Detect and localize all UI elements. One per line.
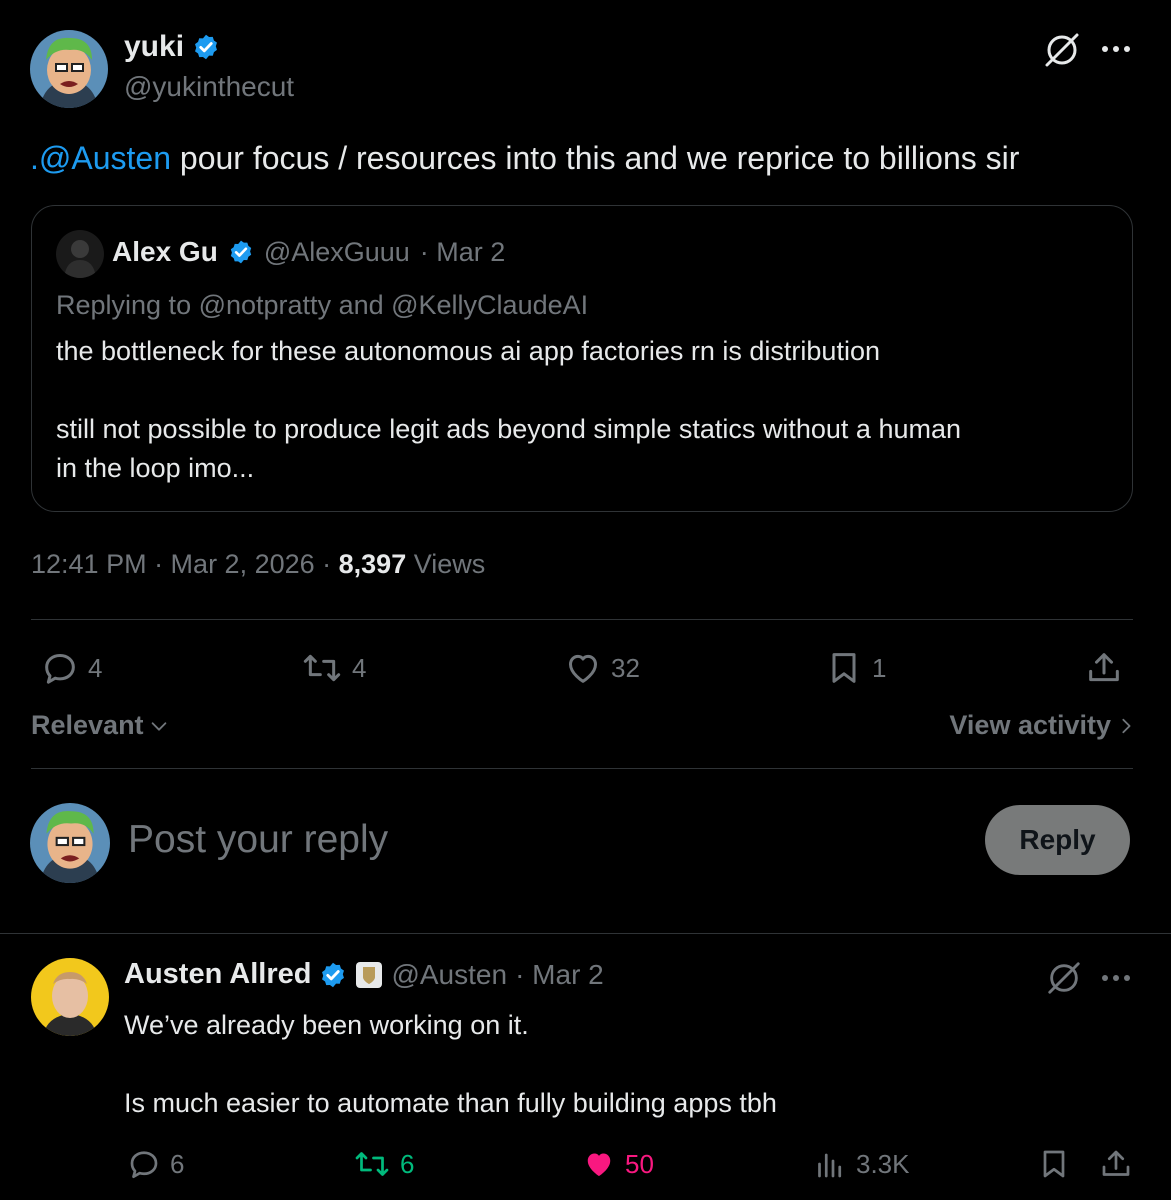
- divider: [31, 619, 1133, 620]
- affiliate-badge-icon[interactable]: [355, 961, 383, 989]
- bookmark-count: 1: [872, 652, 887, 683]
- repost-icon: [300, 648, 344, 688]
- more-options-icon[interactable]: [1100, 44, 1132, 54]
- author-name[interactable]: yuki: [124, 30, 184, 64]
- reply-date[interactable]: · Mar 2: [515, 959, 604, 991]
- reply-text-line: Is much easier to automate than fully bu…: [124, 1088, 777, 1118]
- reply-action-button[interactable]: 4: [40, 648, 102, 688]
- divider: [0, 933, 1171, 934]
- author-avatar[interactable]: [30, 30, 108, 108]
- chevron-right-icon: [1117, 715, 1135, 737]
- quoted-author-avatar: [56, 230, 104, 278]
- reply-text-line: We’ve already been working on it.: [124, 1010, 529, 1040]
- like-action-button[interactable]: 32: [563, 648, 640, 688]
- repost-count: 4: [352, 652, 367, 683]
- reply-count: 6: [170, 1148, 185, 1179]
- repost-count: 6: [400, 1148, 415, 1179]
- reply-icon: [126, 1146, 162, 1182]
- mention-link[interactable]: .@Austen: [30, 140, 171, 176]
- bookmark-icon: [824, 648, 864, 688]
- repost-icon: [352, 1146, 392, 1182]
- chevron-down-icon: [148, 715, 170, 737]
- divider: [31, 768, 1133, 769]
- like-action-button[interactable]: 50: [581, 1146, 654, 1182]
- verified-badge-icon: [192, 33, 220, 61]
- tweet-text: .@Austen pour focus / resources into thi…: [30, 138, 1019, 178]
- tweet-timestamp[interactable]: 12:41 PM · Mar 2, 2026 ·: [31, 549, 339, 579]
- views-count: 8,397: [338, 549, 407, 579]
- views-action-button[interactable]: 3.3K: [812, 1146, 910, 1182]
- reply-author-handle[interactable]: @Austen: [391, 959, 507, 991]
- quoted-text-line: in the loop imo...: [56, 453, 255, 483]
- quoted-text-line: still not possible to produce legit ads …: [56, 414, 962, 444]
- author-handle[interactable]: @yukinthecut: [124, 71, 294, 103]
- like-count: 50: [625, 1148, 654, 1179]
- reply-button[interactable]: Reply: [985, 805, 1130, 875]
- quoted-tweet-card[interactable]: Alex Gu @AlexGuuu · Mar 2 Replying to @n…: [31, 205, 1133, 512]
- repost-action-button[interactable]: 4: [300, 648, 366, 688]
- reply-icon: [40, 648, 80, 688]
- view-activity-label: View activity: [949, 710, 1111, 740]
- reply-author-name[interactable]: Austen Allred: [124, 958, 311, 991]
- heart-icon: [563, 648, 603, 688]
- grok-icon[interactable]: [1042, 30, 1082, 70]
- replying-to: Replying to @notpratty and @KellyClaudeA…: [56, 290, 589, 320]
- bookmark-icon[interactable]: [1036, 1146, 1072, 1182]
- reply-author-avatar[interactable]: [31, 958, 109, 1036]
- quoted-text-line: the bottleneck for these autonomous ai a…: [56, 336, 880, 366]
- bookmark-action-button[interactable]: 1: [824, 648, 886, 688]
- share-icon[interactable]: [1098, 1146, 1134, 1182]
- sort-dropdown[interactable]: Relevant: [31, 710, 170, 741]
- view-activity-link[interactable]: View activity: [949, 710, 1135, 741]
- quoted-author-handle: @AlexGuuu: [263, 236, 410, 267]
- grok-icon[interactable]: [1045, 959, 1083, 997]
- more-options-icon[interactable]: [1100, 973, 1132, 983]
- reply-input[interactable]: Post your reply: [128, 818, 388, 862]
- verified-badge-icon: [228, 239, 254, 265]
- verified-badge-icon: [319, 961, 347, 989]
- quoted-date: · Mar 2: [419, 236, 506, 267]
- heart-icon: [581, 1146, 617, 1182]
- like-count: 32: [611, 652, 640, 683]
- views-count: 3.3K: [856, 1148, 910, 1179]
- reply-action-button[interactable]: 6: [126, 1146, 184, 1182]
- share-icon[interactable]: [1084, 648, 1124, 688]
- analytics-icon: [812, 1146, 848, 1182]
- tweet-body: pour focus / resources into this and we …: [171, 140, 1020, 176]
- tweet-metadata: 12:41 PM · Mar 2, 2026 · 8,397 Views: [31, 549, 485, 580]
- quoted-author-name: Alex Gu: [112, 236, 218, 267]
- sort-label: Relevant: [31, 710, 144, 740]
- reply-count: 4: [88, 652, 103, 683]
- views-label: Views: [406, 549, 486, 579]
- composer-avatar: [30, 803, 110, 883]
- repost-action-button[interactable]: 6: [352, 1146, 414, 1182]
